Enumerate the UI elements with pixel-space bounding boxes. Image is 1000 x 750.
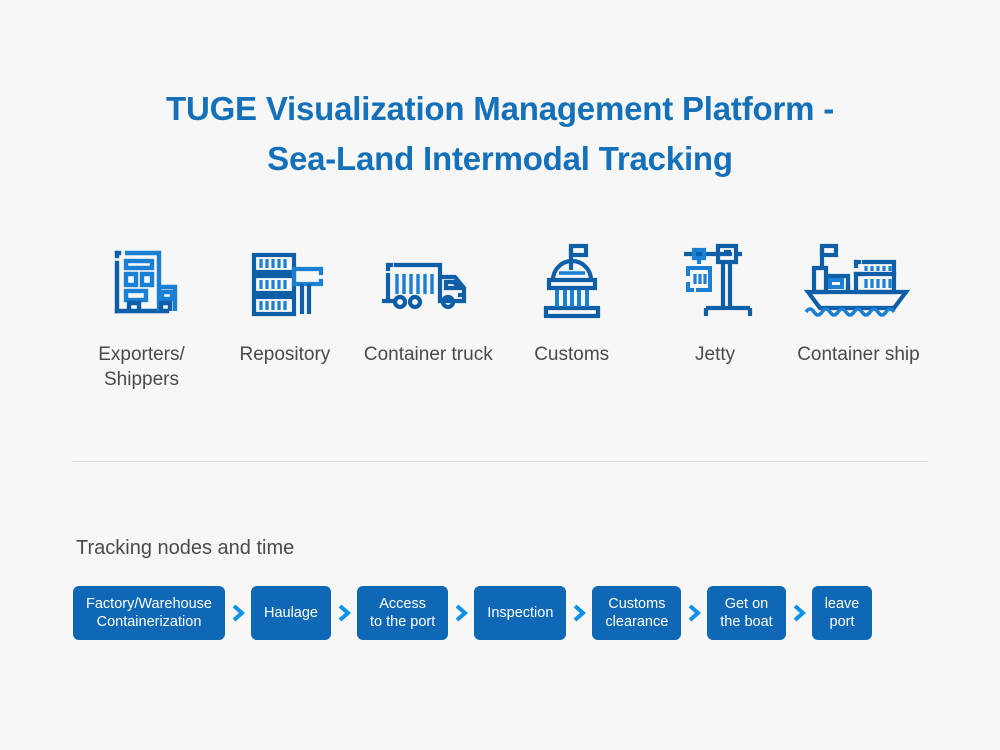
chevron-right-icon <box>225 603 251 623</box>
stage-label: Exporters/ Shippers <box>98 344 185 390</box>
chevron-right-icon <box>786 603 812 623</box>
warehouse-containers-icon <box>240 232 330 328</box>
stage-label: Container truck <box>363 344 493 365</box>
page-title: TUGE Visualization Management Platform -… <box>0 84 1000 184</box>
stage-customs: Customs <box>500 232 643 367</box>
tracking-node-haulage[interactable]: Haulage <box>250 586 331 640</box>
chevron-right-icon <box>448 603 474 623</box>
page-title-line-1: TUGE Visualization Management Platform - <box>165 90 834 127</box>
port-crane-icon <box>676 232 754 328</box>
tracking-node-factory-warehouse[interactable]: Factory/Warehouse Containerization <box>73 586 225 640</box>
factory-building-icon <box>99 232 185 328</box>
stage-exporters-shippers: Exporters/ Shippers <box>70 232 213 392</box>
stage-container-truck: Container truck <box>357 232 500 367</box>
stage-label: Container ship <box>797 344 920 365</box>
stage-label: Repository <box>239 344 331 365</box>
container-ship-icon <box>800 232 916 328</box>
container-truck-icon <box>378 232 478 328</box>
stage-container-ship: Container ship <box>787 232 930 367</box>
section-divider <box>72 461 928 462</box>
stage-jetty: Jetty <box>644 232 787 367</box>
tracking-node-leave-port[interactable]: leave port <box>811 586 873 640</box>
chevron-right-icon <box>566 603 592 623</box>
tracking-node-flow: Factory/Warehouse Containerization Haula… <box>73 586 957 640</box>
tracking-node-customs-clearance[interactable]: Customs clearance <box>592 586 682 640</box>
infographic-page: TUGE Visualization Management Platform -… <box>0 0 1000 750</box>
chevron-right-icon <box>331 603 357 623</box>
tracking-node-inspection[interactable]: Inspection <box>474 586 567 640</box>
tracking-node-get-on-the-boat[interactable]: Get on the boat <box>707 586 786 640</box>
stage-label: Customs <box>534 344 610 365</box>
stage-repository: Repository <box>213 232 356 367</box>
chevron-right-icon <box>681 603 707 623</box>
customs-building-icon <box>533 232 611 328</box>
page-title-line-2: Sea-Land Intermodal Tracking <box>267 140 733 177</box>
stage-label: Jetty <box>695 344 736 365</box>
stage-icon-row: Exporters/ Shippers Repository Container… <box>70 232 930 392</box>
tracking-section-heading: Tracking nodes and time <box>76 537 295 559</box>
tracking-node-access-to-the-port[interactable]: Access to the port <box>357 586 449 640</box>
